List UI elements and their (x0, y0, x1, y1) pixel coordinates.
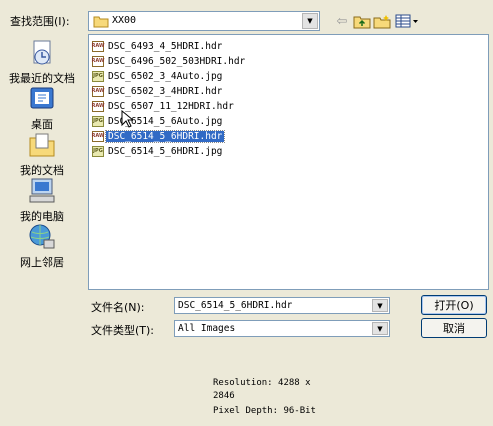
file-type-value: All Images (178, 323, 236, 334)
hdr-file-icon: RAW (92, 40, 105, 52)
folder-up-icon (353, 16, 371, 28)
hdr-file-icon: RAW (92, 85, 105, 97)
recent-documents-icon (26, 38, 58, 68)
places-my-computer[interactable]: 我的电脑 (6, 176, 78, 224)
file-name: DSC_6493_4_5HDRI.hdr (108, 40, 223, 52)
places-label: 网上邻居 (20, 256, 64, 269)
file-name: DSC_6514_5_6HDRI.jpg (108, 145, 223, 157)
file-type-label: 文件类型(T): (91, 324, 155, 337)
file-name-label: 文件名(N): (91, 301, 145, 314)
back-arrow-icon: ⇦ (336, 13, 348, 29)
file-name-value: DSC_6514_5_6HDRI.hdr (178, 300, 293, 311)
cancel-button[interactable]: 取消 (421, 318, 487, 338)
file-name: DSC_6514_5_6HDRI.hdr (104, 129, 226, 143)
places-desktop[interactable]: 桌面 (6, 84, 78, 132)
desktop-icon (26, 84, 58, 114)
up-one-level-button[interactable] (352, 12, 372, 30)
new-folder-button[interactable] (372, 12, 392, 30)
file-name: DSC_6502_3_4HDRI.hdr (108, 85, 223, 97)
file-item[interactable]: JPG DSC_6502_3_4Auto.jpg (92, 69, 224, 83)
chevron-down-icon[interactable]: ▼ (372, 299, 388, 312)
open-button[interactable]: 打开(O) (421, 295, 487, 315)
file-item[interactable]: RAW DSC_6493_4_5HDRI.hdr (92, 39, 224, 53)
jpg-file-icon: JPG (92, 115, 104, 127)
look-in-label: 查找范围(I): (10, 15, 70, 28)
file-type-dropdown[interactable]: All Images ▼ (174, 320, 390, 337)
folder-icon (93, 15, 109, 31)
file-item[interactable]: RAW DSC_6502_3_4HDRI.hdr (92, 84, 224, 98)
file-name: DSC_6502_3_4Auto.jpg (108, 70, 223, 82)
chevron-down-icon[interactable]: ▼ (372, 322, 388, 335)
jpg-file-icon: JPG (92, 70, 104, 82)
network-places-icon (26, 222, 58, 252)
file-list[interactable]: RAW DSC_6493_4_5HDRI.hdr RAW DSC_6496_50… (88, 34, 489, 290)
places-my-documents[interactable]: 我的文档 (6, 130, 78, 178)
jpg-file-icon: JPG (92, 145, 104, 157)
new-folder-icon (373, 14, 391, 28)
file-item[interactable]: RAW DSC_6496_502_503HDRI.hdr (92, 54, 247, 68)
views-menu-button[interactable] (394, 12, 420, 30)
back-button[interactable]: ⇦ (332, 12, 352, 30)
pixel-depth-text: Pixel Depth: 96-Bit (213, 406, 316, 416)
resolution-text-continued: 2846 (213, 391, 235, 401)
my-computer-icon (26, 176, 58, 206)
resolution-text: Resolution: 4288 x (213, 378, 311, 388)
file-item-selected[interactable]: RAW DSC_6514_5_6HDRI.hdr (92, 129, 226, 143)
file-name-input[interactable]: DSC_6514_5_6HDRI.hdr ▼ (174, 297, 390, 314)
file-item[interactable]: JPG DSC_6514_5_6HDRI.jpg (92, 144, 224, 158)
look-in-dropdown[interactable]: XX00 ▼ (88, 11, 320, 31)
file-item[interactable]: JPG DSC_6514_5_6Auto.jpg (92, 114, 224, 128)
places-recent-documents[interactable]: 我最近的文档 (6, 38, 78, 86)
hdr-file-icon: RAW (92, 100, 105, 112)
hdr-file-icon: RAW (92, 130, 105, 142)
file-name: DSC_6496_502_503HDRI.hdr (108, 55, 246, 67)
hdr-file-icon: RAW (92, 55, 105, 67)
places-network[interactable]: 网上邻居 (6, 222, 78, 270)
chevron-down-icon[interactable]: ▼ (302, 13, 318, 29)
file-item[interactable]: RAW DSC_6507_11_12HDRI.hdr (92, 99, 236, 113)
views-icon (395, 14, 418, 28)
mouse-cursor-icon (121, 109, 135, 131)
my-documents-icon (26, 130, 58, 160)
look-in-value: XX00 (112, 15, 137, 26)
